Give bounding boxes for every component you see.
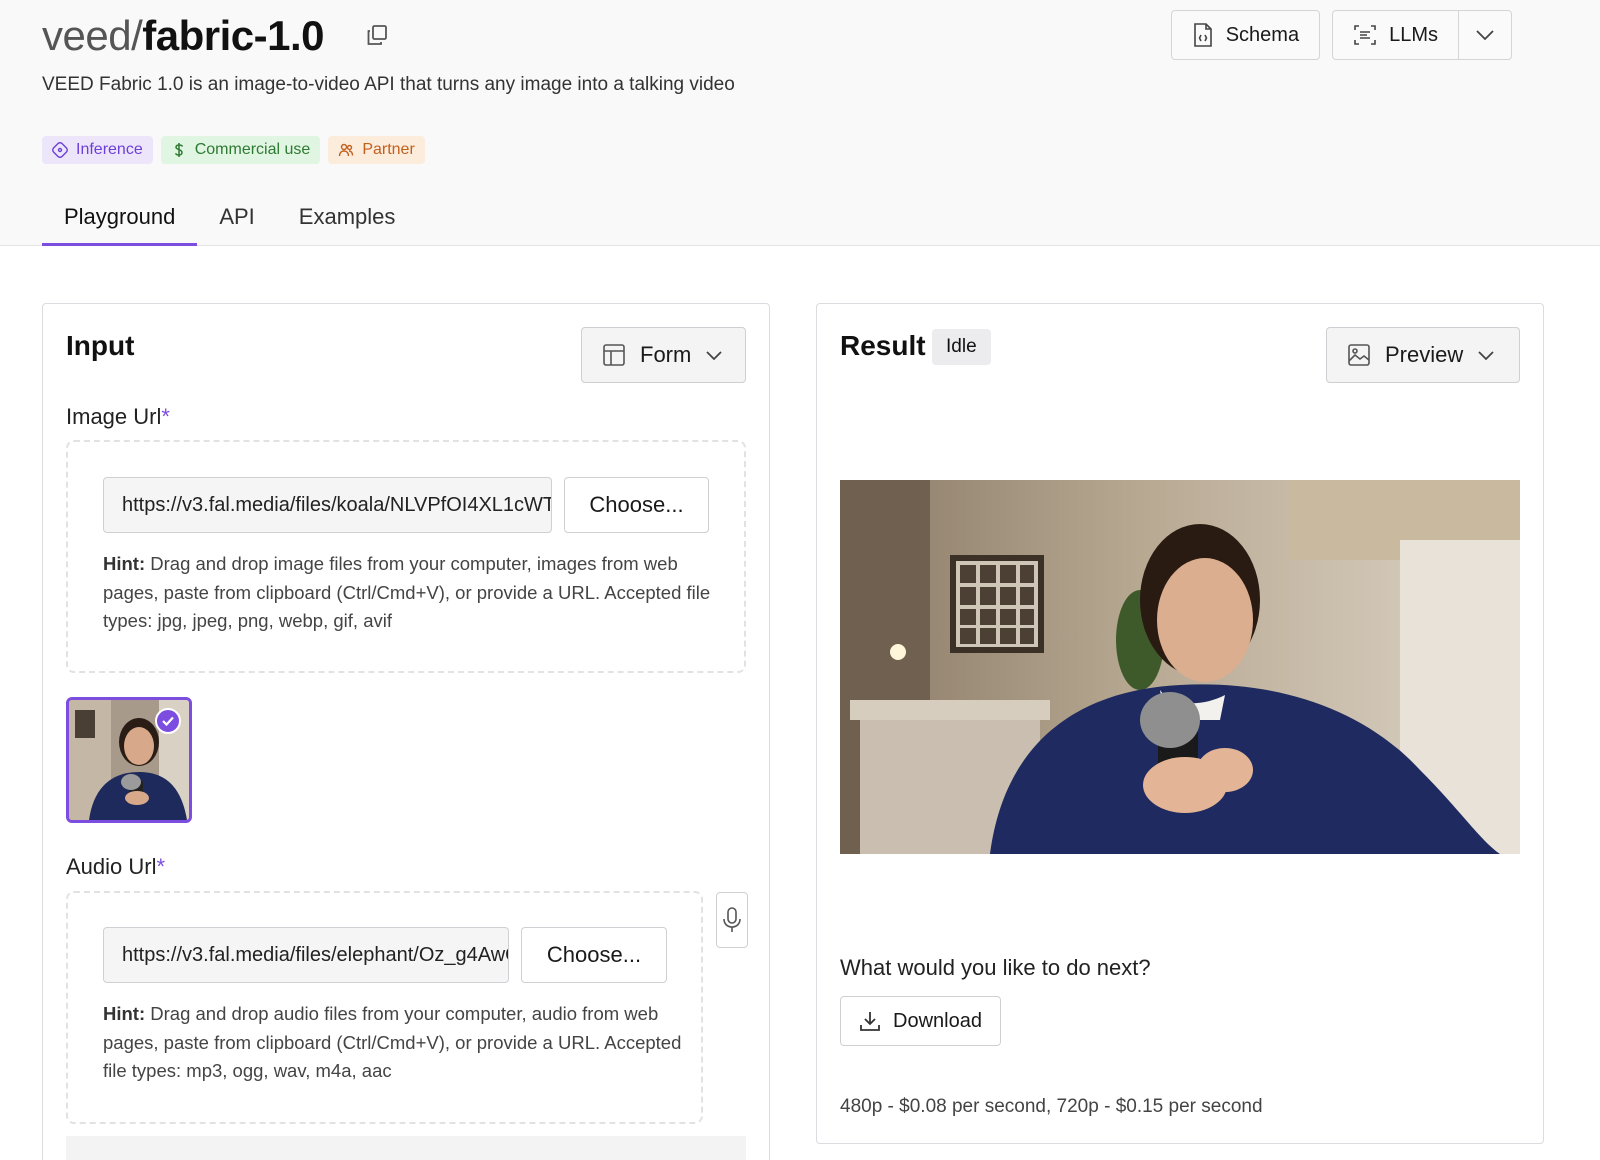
tag-label: Partner xyxy=(362,141,415,158)
page-title: veed/fabric-1.0 xyxy=(42,10,324,62)
tab-bar: Playground API Examples xyxy=(42,196,417,246)
tag-partner: Partner xyxy=(328,136,425,164)
status-badge: Idle xyxy=(932,329,991,365)
result-title: Result xyxy=(840,330,926,361)
tag-list: Inference Commercial use Partner xyxy=(42,136,425,164)
image-url-input[interactable]: https://v3.fal.media/files/koala/NLVPfOI… xyxy=(103,477,552,533)
required-mark: * xyxy=(156,854,166,879)
tab-api[interactable]: API xyxy=(197,196,276,246)
pricing-info: 480p - $0.08 per second, 720p - $0.15 pe… xyxy=(840,1096,1263,1117)
download-button[interactable]: Download xyxy=(840,996,1001,1046)
download-icon xyxy=(860,1012,880,1031)
selected-check-icon xyxy=(155,708,181,734)
dollar-icon xyxy=(174,143,183,157)
result-view-dropdown[interactable]: Preview xyxy=(1326,327,1520,383)
tab-playground[interactable]: Playground xyxy=(42,196,198,246)
image-icon xyxy=(1348,344,1370,366)
schema-label: Schema xyxy=(1225,23,1300,46)
copy-icon[interactable] xyxy=(366,24,388,46)
layout-icon xyxy=(603,344,625,366)
tag-inference: Inference xyxy=(42,136,153,164)
chevron-down-icon xyxy=(1478,350,1494,360)
audio-choose-button[interactable]: Choose... xyxy=(521,927,667,983)
tag-label: Inference xyxy=(76,141,143,158)
chevron-down-icon xyxy=(706,350,722,360)
result-view-label: Preview xyxy=(1385,342,1464,367)
required-mark: * xyxy=(161,404,170,429)
download-label: Download xyxy=(893,1009,982,1032)
schema-button[interactable]: Schema xyxy=(1170,10,1321,60)
model-description: VEED Fabric 1.0 is an image-to-video API… xyxy=(42,74,735,95)
tag-label: Commercial use xyxy=(194,141,311,158)
atom-icon xyxy=(52,142,68,158)
scan-text-icon xyxy=(1354,25,1376,45)
audio-hint: Hint: Drag and drop audio files from you… xyxy=(103,1003,682,1081)
llms-button-group: LLMs xyxy=(1332,10,1512,60)
users-icon xyxy=(339,143,354,157)
model-owner: veed/ xyxy=(42,12,143,59)
header-actions: Schema LLMs xyxy=(1170,10,1512,60)
input-mode-dropdown[interactable]: Form xyxy=(581,327,746,383)
chevron-down-icon xyxy=(1476,30,1494,41)
microphone-icon xyxy=(723,907,741,932)
audio-url-input[interactable]: https://v3.fal.media/files/elephant/Oz_g… xyxy=(103,927,509,983)
image-thumbnail[interactable] xyxy=(66,697,192,823)
model-name: fabric-1.0 xyxy=(142,12,324,59)
next-field-placeholder xyxy=(66,1136,746,1160)
result-preview-image xyxy=(840,480,1520,854)
input-title: Input xyxy=(66,330,135,361)
llms-dropdown-toggle[interactable] xyxy=(1458,11,1511,59)
page-header: veed/fabric-1.0 VEED Fabric 1.0 is an im… xyxy=(0,0,1600,246)
file-code-icon xyxy=(1193,23,1212,47)
tab-examples[interactable]: Examples xyxy=(277,196,418,246)
next-action-prompt: What would you like to do next? xyxy=(840,955,1151,980)
image-hint: Hint: Drag and drop image files from you… xyxy=(103,553,711,631)
input-mode-label: Form xyxy=(640,342,692,367)
tag-commercial-use: Commercial use xyxy=(160,136,321,164)
record-audio-button[interactable] xyxy=(716,892,748,948)
image-url-label: Image Url* xyxy=(66,404,170,429)
image-choose-button[interactable]: Choose... xyxy=(564,477,709,533)
audio-url-label: Audio Url* xyxy=(66,854,166,879)
llms-label: LLMs xyxy=(1389,23,1438,46)
llms-button[interactable]: LLMs xyxy=(1333,11,1458,59)
